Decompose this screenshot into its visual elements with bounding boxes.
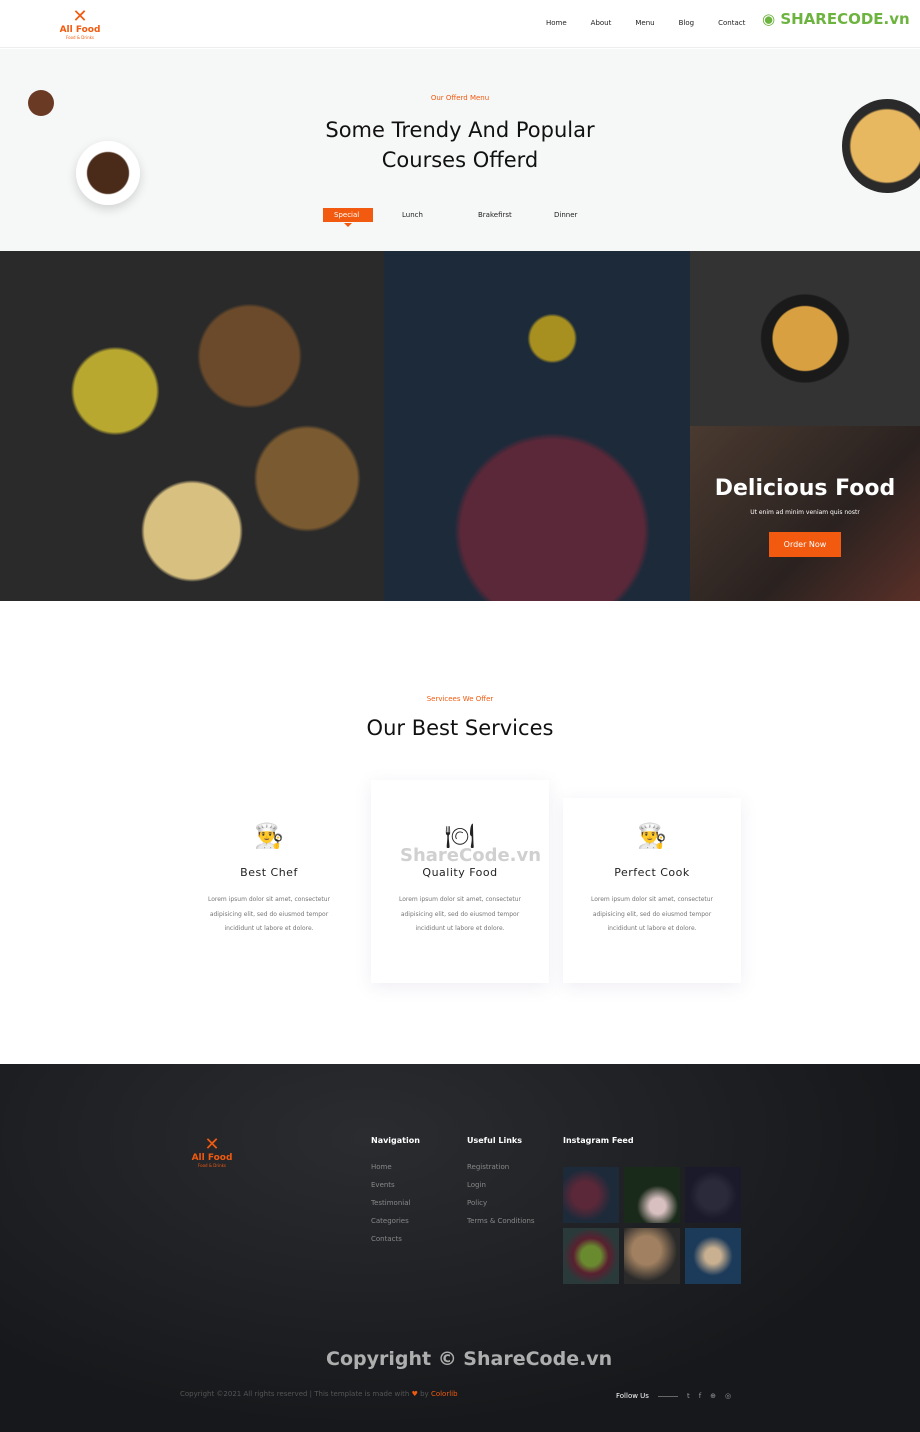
globe-icon[interactable]: ⊕ (710, 1392, 716, 1400)
tab-special[interactable]: Special (323, 208, 373, 227)
promo-text: Ut enim ad minim veniam quis nostr (750, 509, 860, 516)
tab-dinner[interactable]: Dinner (541, 208, 617, 222)
follow-us: Follow Us t f ⊕ ◎ (616, 1392, 732, 1400)
footer-useful-links: Useful Links Registration Login Policy T… (467, 1136, 535, 1225)
instagram-photo[interactable] (624, 1228, 680, 1284)
service-card: 👨‍🍳 Perfect Cook Lorem ipsum dolor sit a… (563, 798, 741, 983)
nav-about[interactable]: About (591, 19, 612, 27)
footer: ✕ All Food Food & Drinks Navigation Home… (0, 1064, 920, 1432)
service-card: 🍽 Quality Food Lorem ipsum dolor sit ame… (371, 780, 549, 983)
footer-logo[interactable]: ✕ All Food Food & Drinks (180, 1136, 244, 1170)
chef-icon: 👨‍🍳 (637, 822, 667, 850)
menu-title: Some Trendy And Popular Courses Offerd (325, 118, 595, 172)
service-card: 👨‍🍳 Best Chef Lorem ipsum dolor sit amet… (180, 780, 358, 983)
footer-link-categories[interactable]: Categories (371, 1217, 420, 1225)
logo[interactable]: ✕ All Food Food & Drinks (54, 8, 106, 42)
gallery-image-vegetables (384, 251, 690, 601)
cutlery-icon: ✕ (72, 6, 88, 27)
sharecode-watermark: ShareCode.vn (400, 845, 542, 866)
menu-tabs: Special Lunch Brakefirst Dinner (323, 208, 617, 227)
promo-banner: Delicious Food Ut enim ad minim veniam q… (690, 426, 920, 601)
instagram-photo[interactable] (624, 1167, 680, 1223)
nav-contact[interactable]: Contact (718, 19, 745, 27)
footer-instagram: Instagram Feed (563, 1136, 634, 1145)
copyright-watermark: Copyright © ShareCode.vn (326, 1348, 613, 1370)
twitter-icon[interactable]: t (687, 1392, 690, 1400)
footer-link-testimonial[interactable]: Testimonial (371, 1199, 420, 1207)
tab-breakfast[interactable]: Brakefirst (465, 208, 541, 222)
copyright-text: Copyright ©2021 All rights reserved | Th… (180, 1390, 458, 1398)
footer-link-registration[interactable]: Registration (467, 1163, 535, 1171)
footer-link-login[interactable]: Login (467, 1181, 535, 1189)
promo-title: Delicious Food (714, 476, 896, 501)
footer-link-contacts[interactable]: Contacts (371, 1235, 420, 1243)
order-now-button[interactable]: Order Now (768, 532, 842, 557)
footer-link-events[interactable]: Events (371, 1181, 420, 1189)
services-subtitle: Servicees We Offer (426, 695, 494, 703)
services-title: Our Best Services (366, 716, 554, 740)
instagram-photo[interactable] (563, 1167, 619, 1223)
colorlib-link[interactable]: Colorlib (431, 1390, 458, 1398)
instagram-icon[interactable]: ◎ (725, 1392, 731, 1400)
nav-blog[interactable]: Blog (679, 19, 694, 27)
menu-subtitle: Our Offerd Menu (430, 94, 490, 102)
footer-link-policy[interactable]: Policy (467, 1199, 535, 1207)
sharecode-watermark-logo: ◉ SHARECODE.vn (762, 10, 910, 28)
facebook-icon[interactable]: f (699, 1392, 701, 1400)
instagram-grid (563, 1167, 741, 1284)
nav-home[interactable]: Home (546, 19, 567, 27)
nav-menu[interactable]: Menu (635, 19, 654, 27)
footer-link-home[interactable]: Home (371, 1163, 420, 1171)
gallery-image-platter (0, 251, 384, 601)
main-nav: Home About Menu Blog Contact (546, 19, 745, 27)
cutlery-icon: ✕ (204, 1134, 220, 1155)
tab-lunch[interactable]: Lunch (389, 208, 465, 222)
header: ✕ All Food Food & Drinks Home About Menu… (0, 0, 920, 48)
divider (657, 1395, 678, 1397)
menu-section: Our Offerd Menu Some Trendy And Popular C… (0, 49, 920, 251)
chef-icon: 👨‍🍳 (254, 822, 284, 850)
instagram-photo[interactable] (685, 1167, 741, 1223)
footer-link-terms[interactable]: Terms & Conditions (467, 1217, 535, 1225)
instagram-photo[interactable] (563, 1228, 619, 1284)
instagram-photo[interactable] (685, 1228, 741, 1284)
heart-icon: ♥ (411, 1390, 418, 1398)
gallery-image-salad (690, 251, 920, 426)
footer-navigation: Navigation Home Events Testimonial Categ… (371, 1136, 420, 1243)
